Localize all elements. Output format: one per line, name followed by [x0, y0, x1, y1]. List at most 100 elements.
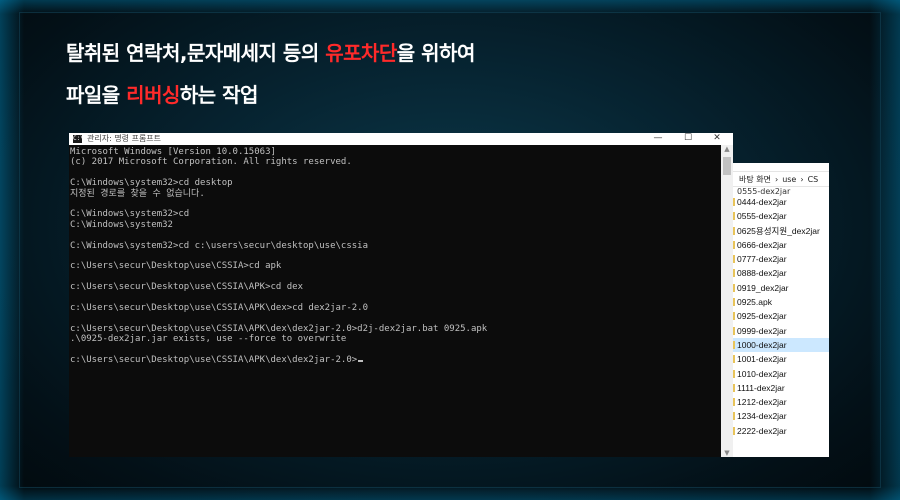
file-item[interactable]: 0888-dex2jar: [733, 266, 829, 280]
file-item[interactable]: 1010-dex2jar: [733, 367, 829, 381]
file-item[interactable]: 1212-dex2jar: [733, 395, 829, 409]
terminal-prompt-line[interactable]: c:\Users\secur\Desktop\use\CSSIA\APK\dex…: [70, 355, 721, 365]
folder-icon: [733, 355, 735, 364]
file-item[interactable]: 0925.apk: [733, 295, 829, 309]
minimize-button[interactable]: —: [651, 133, 665, 144]
terminal-line: c:\Users\secur\Desktop\use\CSSIA\APK\dex…: [70, 302, 369, 313]
file-name: 1000-dex2jar: [737, 339, 787, 350]
file-item[interactable]: 1001-dex2jar: [733, 352, 829, 366]
folder-icon: [733, 226, 735, 235]
headline-line-1-suffix: 을 위하여: [396, 41, 476, 65]
folder-icon: [733, 369, 735, 378]
headline-line-1-prefix: 탈취된 연락처,문자메세지 등의: [66, 41, 326, 65]
terminal-line: C:\Windows\system32>cd c:\users\secur\de…: [70, 240, 369, 251]
terminal-prompt: c:\Users\secur\Desktop\use\CSSIA\APK\dex…: [70, 354, 358, 365]
close-button[interactable]: ✕: [710, 133, 724, 144]
file-name: 1212-dex2jar: [737, 397, 787, 408]
maximize-button[interactable]: ☐: [681, 133, 695, 144]
file-name: 0925-dex2jar: [737, 311, 787, 322]
headline-line-2: 파일을 리버싱하는 작업: [66, 79, 258, 108]
terminal-output[interactable]: Microsoft Windows [Version 10.0.15063] (…: [69, 145, 721, 457]
terminal-line: C:\Windows\system32>cd desktop: [70, 178, 233, 189]
file-item[interactable]: 0999-dex2jar: [733, 324, 829, 338]
headline-line-2-highlight: 리버싱: [126, 83, 180, 107]
folder-icon: [733, 255, 735, 264]
file-name: 2222-dex2jar: [737, 425, 787, 436]
breadcrumb-separator: ›: [800, 175, 804, 184]
file-explorer-panel[interactable]: 바탕 화면 › use › CS 0555-dex2jar 0444-dex2jar 05…: [733, 163, 829, 457]
folder-icon: [733, 298, 735, 307]
file-name: 0555-dex2jar: [737, 211, 787, 222]
text-cursor: [358, 359, 364, 362]
file-item[interactable]: 2222-dex2jar: [733, 424, 829, 438]
file-item[interactable]: 1111-dex2jar: [733, 381, 829, 395]
file-name: 1001-dex2jar: [737, 354, 787, 365]
breadcrumb-desktop[interactable]: 바탕 화면: [739, 175, 771, 184]
folder-icon: [733, 212, 735, 221]
scroll-up-arrow-icon[interactable]: ▲: [721, 145, 733, 153]
file-name: 1234-dex2jar: [737, 411, 787, 422]
file-item[interactable]: 0919_dex2jar: [733, 281, 829, 295]
folder-icon: [733, 269, 735, 278]
file-item[interactable]: 0555-dex2jar: [733, 209, 829, 223]
file-name: 0666-dex2jar: [737, 239, 787, 250]
cmd-titlebar[interactable]: C:\ 관리자: 명령 프롬프트 — ☐ ✕: [69, 133, 733, 145]
headline-line-1: 탈취된 연락처,문자메세지 등의 유포차단을 위하여: [66, 37, 475, 66]
cmd-scrollbar[interactable]: ▲ ▼: [721, 145, 733, 457]
headline-line-2-suffix: 하는 작업: [179, 83, 259, 107]
file-name: 0888-dex2jar: [737, 268, 787, 279]
command-prompt-window[interactable]: C:\ 관리자: 명령 프롬프트 — ☐ ✕ Microsoft Windows…: [69, 133, 733, 457]
folder-icon: [733, 383, 735, 392]
terminal-line: C:\Windows\system32: [70, 219, 173, 230]
file-name: 0444-dex2jar: [737, 197, 787, 207]
folder-icon: [733, 326, 735, 335]
terminal-line: c:\Users\secur\Desktop\use\CSSIA\APK\dex…: [70, 323, 488, 334]
terminal-line: .\0925-dex2jar.jar exists, use --force t…: [70, 334, 347, 345]
file-name: 0925.apk: [737, 297, 772, 308]
headline-line-2-prefix: 파일을: [66, 83, 127, 107]
file-name: 0625용성지원_dex2jar: [737, 225, 820, 236]
terminal-line: C:\Windows\system32>cd: [70, 209, 190, 220]
file-item[interactable]: 0625용성지원_dex2jar: [733, 224, 829, 238]
file-item[interactable]: 0777-dex2jar: [733, 252, 829, 266]
file-list[interactable]: 0555-dex2jar 0444-dex2jar 0555-dex2jar 062…: [733, 187, 829, 438]
headline-line-1-highlight: 유포차단: [325, 41, 397, 65]
folder-icon: [733, 240, 735, 249]
cmd-window-title: 관리자: 명령 프롬프트: [87, 134, 162, 143]
folder-icon: [733, 426, 735, 435]
folder-icon: [733, 398, 735, 407]
folder-icon: [733, 340, 735, 349]
file-item[interactable]: 0444-dex2jar: [733, 195, 829, 209]
file-name: 1111-dex2jar: [737, 382, 785, 393]
file-item[interactable]: 1234-dex2jar: [733, 409, 829, 423]
terminal-line: 지정된 경로를 찾을 수 없습니다.: [70, 188, 205, 199]
cmd-icon: C:\: [73, 135, 84, 143]
terminal-line: Microsoft Windows [Version 10.0.15063]: [70, 147, 276, 157]
file-name: 0999-dex2jar: [737, 325, 787, 336]
terminal-line: (c) 2017 Microsoft Corporation. All righ…: [70, 157, 352, 168]
file-item[interactable]: 0666-dex2jar: [733, 238, 829, 252]
file-name: 1010-dex2jar: [737, 368, 787, 379]
scrollbar-thumb[interactable]: [723, 157, 731, 175]
terminal-line: c:\Users\secur\Desktop\use\CSSIA>cd apk: [70, 261, 282, 272]
explorer-address-bar[interactable]: 바탕 화면 › use › CS: [733, 171, 829, 187]
breadcrumb-cssia[interactable]: CS: [808, 175, 819, 184]
breadcrumb-use[interactable]: use: [782, 175, 796, 184]
folder-icon: [733, 283, 735, 292]
file-name: 0919_dex2jar: [737, 282, 789, 293]
terminal-line: c:\Users\secur\Desktop\use\CSSIA\APK>cd …: [70, 282, 303, 293]
folder-icon: [733, 198, 735, 206]
scroll-down-arrow-icon[interactable]: ▼: [721, 449, 733, 457]
file-name: 0777-dex2jar: [737, 254, 787, 265]
file-item[interactable]: 0925-dex2jar: [733, 309, 829, 323]
file-item[interactable]: 1000-dex2jar: [733, 337, 829, 353]
folder-icon: [733, 312, 735, 321]
